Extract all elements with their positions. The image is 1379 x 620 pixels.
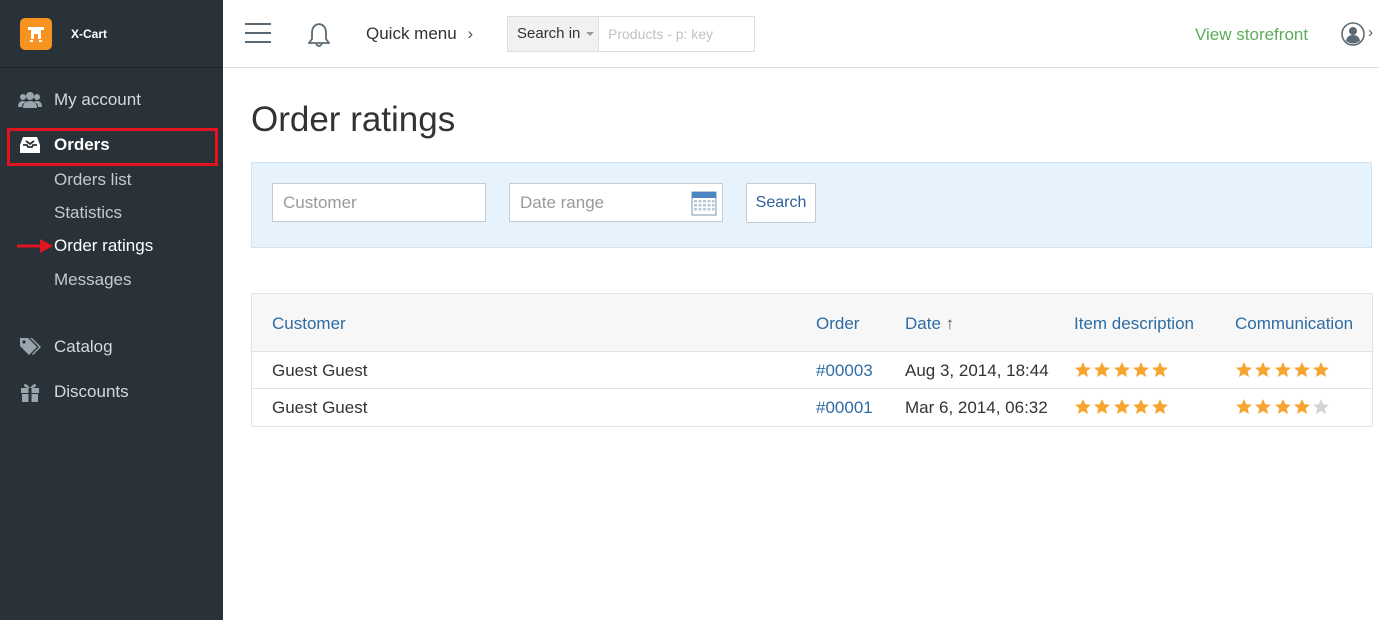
column-header-date[interactable]: Date ↑: [905, 314, 954, 334]
item-description-rating: [1074, 398, 1170, 415]
users-icon: [18, 90, 42, 110]
sidebar-item-label: Catalog: [54, 337, 113, 356]
column-header-customer[interactable]: Customer: [272, 314, 346, 334]
sidebar-item-catalog[interactable]: Catalog: [18, 337, 113, 357]
star-filled-icon: [1313, 362, 1330, 377]
column-header-order[interactable]: Order: [816, 314, 859, 334]
cell-date: Aug 3, 2014, 18:44: [905, 361, 1049, 380]
xcart-logo-icon[interactable]: [20, 18, 52, 50]
sidebar-subitem-messages[interactable]: Messages: [54, 270, 131, 290]
star-filled-icon: [1293, 399, 1310, 414]
search-input[interactable]: Products - p: key: [598, 16, 755, 52]
star-filled-icon: [1113, 362, 1130, 377]
table-header: Customer Order Date ↑ Item description C…: [252, 294, 1372, 352]
star-filled-icon: [1152, 399, 1169, 414]
sort-ascending-icon: ↑: [945, 314, 955, 333]
chevron-right-icon: ›: [467, 24, 474, 43]
gift-icon: [18, 382, 42, 402]
sidebar-item-label: Discounts: [54, 382, 129, 401]
star-filled-icon: [1113, 399, 1130, 414]
table-row: Guest Guest #00003 Aug 3, 2014, 18:44: [252, 352, 1372, 389]
star-filled-icon: [1075, 362, 1091, 377]
sidebar: X-Cart My account Orders Orders list Sta…: [0, 0, 223, 620]
date-range-placeholder: Date range: [520, 193, 605, 212]
sidebar-item-label: My account: [54, 90, 141, 109]
cell-order-link[interactable]: #00003: [816, 361, 873, 381]
item-description-rating: [1074, 361, 1170, 378]
star-filled-icon: [1293, 362, 1310, 377]
star-filled-icon: [1236, 399, 1252, 414]
calendar-icon[interactable]: [691, 190, 717, 216]
search-button[interactable]: Search: [746, 183, 816, 223]
sidebar-item-discounts[interactable]: Discounts: [18, 382, 129, 402]
page-title: Order ratings: [251, 100, 456, 139]
search-in-dropdown[interactable]: Search in: [507, 16, 598, 52]
star-filled-icon: [1132, 362, 1149, 377]
sidebar-item-my-account[interactable]: My account: [18, 90, 141, 110]
cell-order-link[interactable]: #00001: [816, 398, 873, 418]
column-header-item-description[interactable]: Item description: [1074, 314, 1194, 334]
star-filled-icon: [1132, 399, 1149, 414]
communication-rating: [1235, 361, 1331, 378]
column-header-date-label: Date: [905, 314, 941, 333]
star-filled-icon: [1255, 399, 1272, 414]
sidebar-subitem-statistics[interactable]: Statistics: [54, 203, 122, 223]
bell-icon[interactable]: [308, 22, 330, 48]
star-filled-icon: [1274, 399, 1291, 414]
communication-rating: [1235, 398, 1331, 415]
sidebar-subitem-order-ratings[interactable]: Order ratings: [54, 236, 153, 256]
caret-down-icon: [586, 32, 595, 37]
red-arrow-icon: [17, 239, 53, 253]
sidebar-subitem-orders-list[interactable]: Orders list: [54, 170, 131, 190]
star-filled-icon: [1236, 362, 1252, 377]
star-empty-icon: [1313, 399, 1330, 414]
table-row: Guest Guest #00001 Mar 6, 2014, 06:32: [252, 389, 1372, 426]
star-filled-icon: [1255, 362, 1272, 377]
customer-filter-input[interactable]: Customer: [272, 183, 486, 222]
filter-panel: Customer Date range Search: [251, 162, 1372, 248]
tags-icon: [18, 337, 42, 357]
star-filled-icon: [1274, 362, 1291, 377]
cell-customer: Guest Guest: [272, 361, 368, 380]
quick-menu-label: Quick menu: [366, 24, 457, 43]
view-storefront-link[interactable]: View storefront: [1195, 25, 1308, 45]
date-range-input[interactable]: Date range: [509, 183, 723, 222]
star-filled-icon: [1152, 362, 1169, 377]
star-filled-icon: [1094, 399, 1111, 414]
user-menu-chevron-icon[interactable]: ›: [1368, 24, 1373, 41]
menu-toggle-icon[interactable]: [245, 23, 271, 45]
star-filled-icon: [1075, 399, 1091, 414]
brand-name: X-Cart: [71, 27, 108, 41]
inbox-icon: [18, 135, 42, 155]
top-bar: Quick menu › Search in Products - p: key…: [223, 0, 1379, 68]
sidebar-item-orders[interactable]: Orders: [18, 135, 110, 155]
quick-menu-button[interactable]: Quick menu ›: [366, 24, 473, 44]
column-header-communication[interactable]: Communication: [1235, 314, 1353, 334]
ratings-table: Customer Order Date ↑ Item description C…: [251, 293, 1373, 427]
sidebar-header: X-Cart: [0, 0, 223, 68]
search-in-label: Search in: [517, 25, 581, 42]
sidebar-item-label: Orders: [54, 135, 110, 154]
star-filled-icon: [1094, 362, 1111, 377]
user-avatar-icon[interactable]: [1341, 22, 1365, 46]
cell-customer: Guest Guest: [272, 398, 368, 417]
table-body: Guest Guest #00003 Aug 3, 2014, 18:44 Guest…: [252, 352, 1372, 426]
cell-date: Mar 6, 2014, 06:32: [905, 398, 1048, 417]
